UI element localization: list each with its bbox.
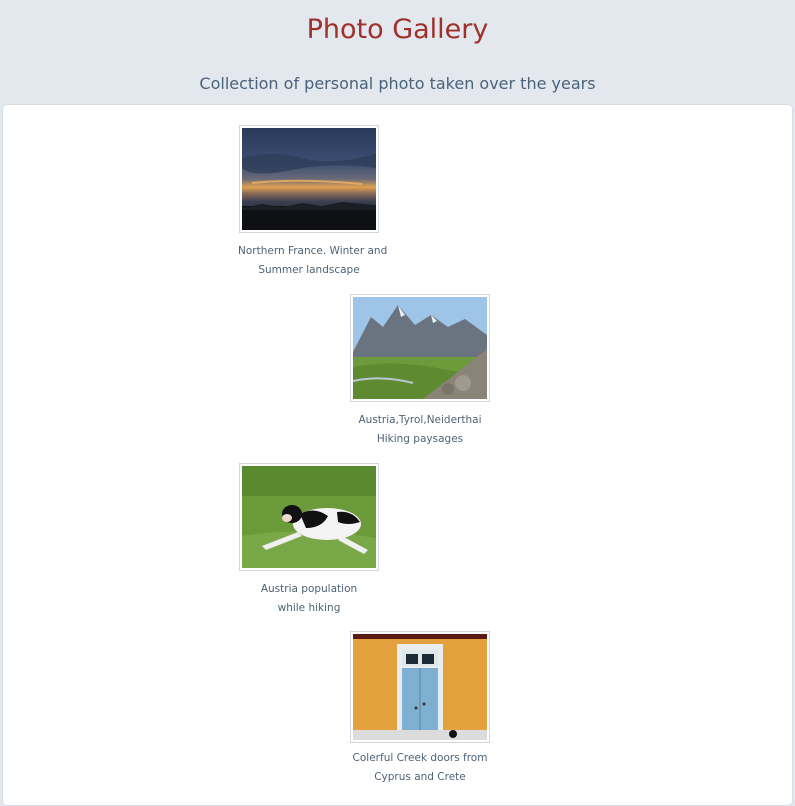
page-header: Photo Gallery Collection of personal pho… [0, 0, 795, 104]
gallery-thumbnail[interactable] [239, 463, 379, 571]
gallery-item[interactable]: Austria population while hiking [234, 463, 384, 618]
gallery-panel: Northern France. Winter and Summer lands… [2, 104, 793, 806]
gallery-item[interactable]: Austria,Tyrol,Neiderthai Hiking paysages [345, 294, 495, 449]
page-subtitle: Collection of personal photo taken over … [199, 74, 596, 93]
gallery-thumbnail[interactable] [350, 294, 490, 402]
cow-on-grass-image [242, 466, 376, 568]
sunset-landscape-image [242, 128, 376, 230]
gallery-caption: Austria population while hiking [260, 583, 358, 614]
gallery-item[interactable]: Colerful Creek doors from Cyprus and Cre… [345, 631, 495, 787]
mountain-valley-image [353, 297, 487, 399]
gallery-caption: Colerful Creek doors from Cyprus and Cre… [352, 752, 488, 783]
gallery-thumbnail[interactable] [350, 631, 490, 743]
gallery-caption: Northern France. Winter and Summer lands… [238, 245, 388, 276]
gallery-thumbnail[interactable] [239, 125, 379, 233]
gallery-item[interactable]: Northern France. Winter and Summer lands… [234, 125, 388, 280]
blue-door-yellow-wall-image [353, 634, 487, 740]
gallery-caption: Austria,Tyrol,Neiderthai Hiking paysages [358, 414, 482, 445]
page-title: Photo Gallery [306, 14, 489, 45]
